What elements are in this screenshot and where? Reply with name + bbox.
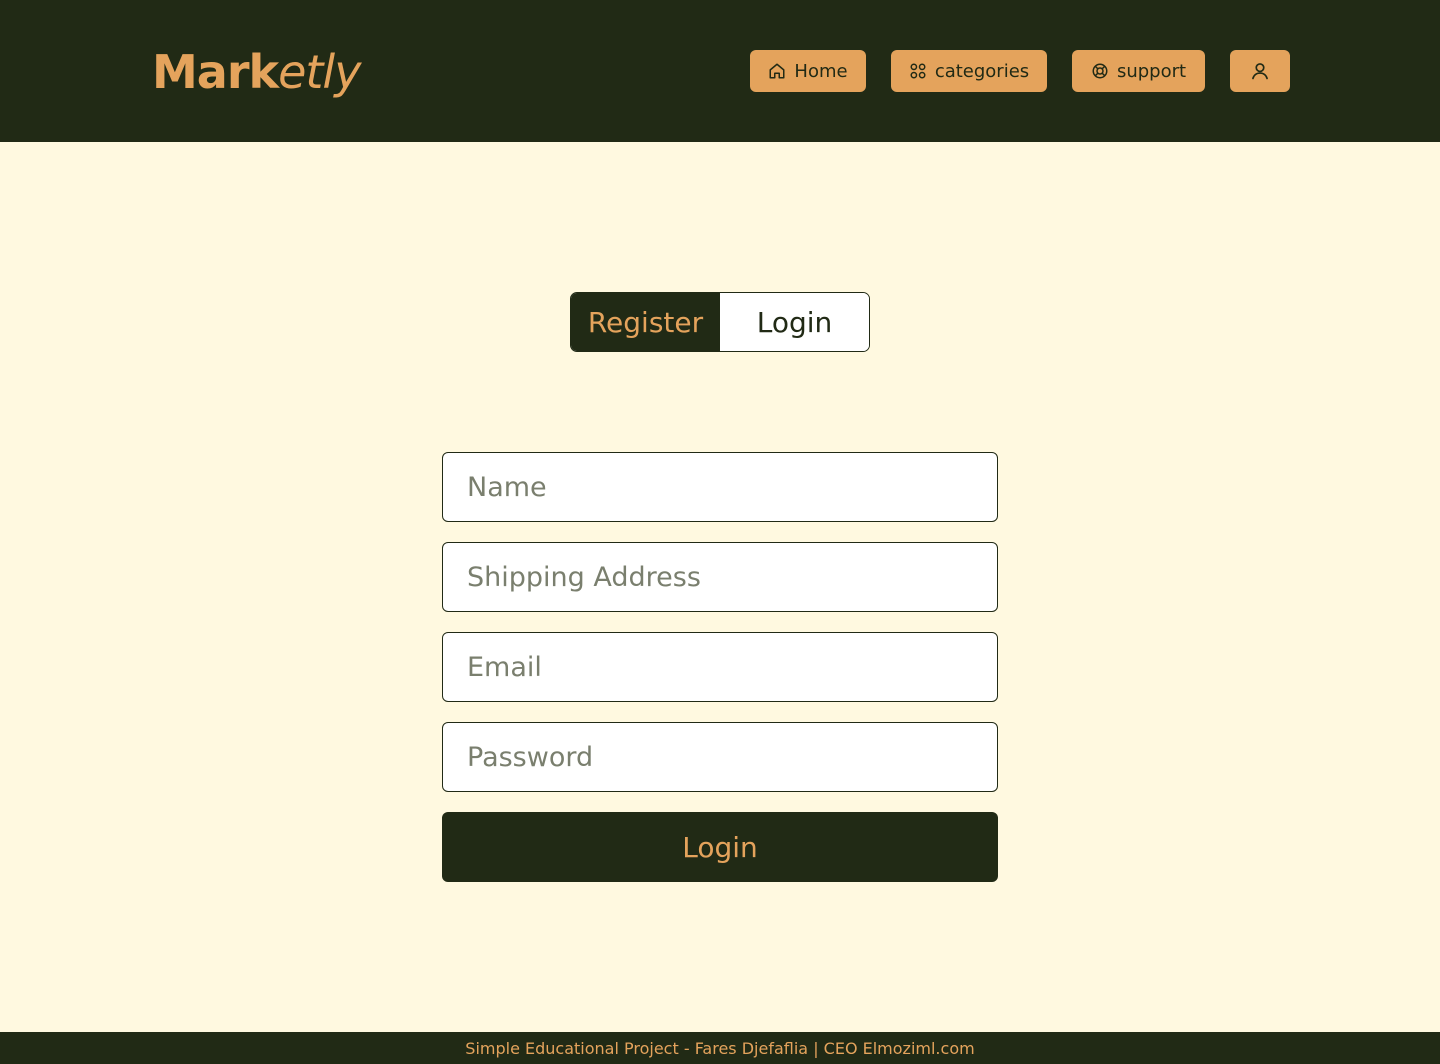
- user-icon: [1252, 63, 1268, 80]
- footer-text: Simple Educational Project - Fares Djefa…: [465, 1038, 975, 1058]
- nav-account-button[interactable]: [1230, 50, 1290, 92]
- tab-login[interactable]: Login: [720, 293, 869, 351]
- site-header: Marketly Home categories support: [0, 0, 1440, 142]
- tab-register[interactable]: Register: [571, 293, 720, 351]
- nav-categories-label: categories: [934, 60, 1030, 82]
- nav-support-button[interactable]: support: [1072, 50, 1205, 92]
- nav-home-label: Home: [794, 60, 848, 82]
- grid-icon: [910, 63, 926, 79]
- nav-categories-button[interactable]: categories: [891, 50, 1047, 92]
- home-icon: [769, 63, 785, 79]
- nav-support-label: support: [1116, 60, 1187, 82]
- name-input[interactable]: [442, 452, 998, 522]
- shipping-address-input[interactable]: [442, 542, 998, 612]
- nav-home-button[interactable]: Home: [750, 50, 866, 92]
- brand-name-bold: Mark: [152, 45, 279, 99]
- password-input[interactable]: [442, 722, 998, 792]
- brand-name-italic: etly: [278, 45, 361, 99]
- submit-button[interactable]: Login: [442, 812, 998, 882]
- lifebuoy-icon: [1092, 63, 1108, 79]
- auth-mode-toggle: Register Login: [570, 292, 870, 352]
- brand-logo[interactable]: Marketly: [152, 44, 361, 100]
- site-footer: Simple Educational Project - Fares Djefa…: [0, 1032, 1440, 1064]
- email-input[interactable]: [442, 632, 998, 702]
